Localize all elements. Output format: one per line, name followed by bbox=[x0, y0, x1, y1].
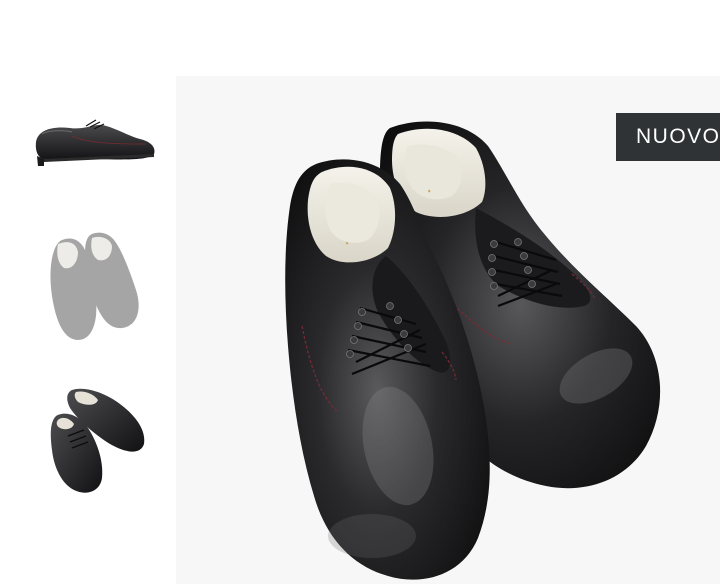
thumbnail-top-view[interactable] bbox=[28, 230, 162, 348]
thumbnail-angled-view[interactable] bbox=[28, 380, 162, 498]
shoe-top-image bbox=[50, 232, 139, 340]
new-badge: NUOVO bbox=[616, 113, 720, 161]
shoe-angled-image bbox=[50, 388, 145, 493]
thumbnail-side-view[interactable] bbox=[28, 84, 162, 202]
shoe-side-image bbox=[35, 119, 155, 166]
